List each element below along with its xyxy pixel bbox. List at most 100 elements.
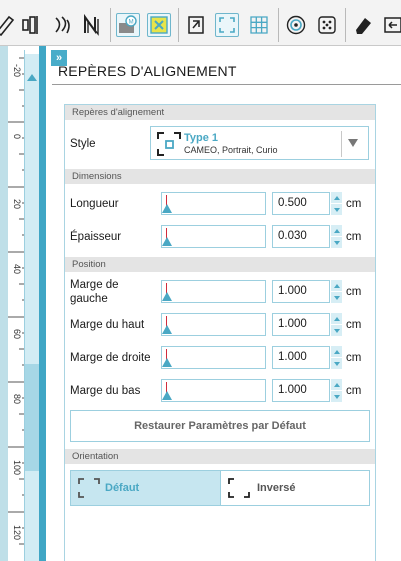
style-name: Type 1 [184,132,219,144]
thickness-label: Épaisseur [70,231,122,243]
slider-thumb[interactable] [162,325,172,334]
scrollbar-thumb[interactable] [25,364,39,471]
section-header-position: Position [65,257,375,272]
left-margin-label: Marge de gauche [70,279,119,305]
registration-type-icon [157,132,181,156]
unit-label: cm [346,319,362,331]
top-margin-slider[interactable] [161,313,266,336]
toolbar-separator [345,8,346,42]
eraser-icon[interactable] [351,13,375,37]
unit-label: cm [346,352,362,364]
ruler-label: -20 [12,64,22,78]
right-margin-slider[interactable] [161,346,266,369]
chevron-down-icon[interactable] [348,139,358,147]
orientation-default-option[interactable]: Défaut [71,471,220,505]
scroll-up-icon[interactable] [26,70,38,84]
offset-icon[interactable] [284,13,308,37]
toolbar-separator [110,8,111,42]
length-slider[interactable] [161,192,266,215]
registration-marks-icon[interactable]: M [116,13,140,37]
toolbar-separator [278,8,279,42]
length-label: Longueur [70,198,119,210]
top-toolbar: M [0,0,401,46]
length-stepper[interactable] [331,192,342,215]
panel-divider[interactable] [39,46,46,561]
slider-thumb[interactable] [162,391,172,400]
increment-icon[interactable] [331,346,342,357]
thickness-slider[interactable] [161,225,266,248]
style-label: Style [70,138,96,150]
unit-label: cm [346,385,362,397]
vertical-scrollbar[interactable] [25,54,39,561]
slider-thumb[interactable] [162,358,172,367]
title-divider [52,84,401,85]
increment-icon[interactable] [331,379,342,390]
canvas-edge [0,46,8,561]
unit-label: cm [346,231,362,243]
send-icon[interactable] [184,13,208,37]
ruler-label: 40 [12,264,22,275]
vertical-ruler: -20 0 20 40 60 80 100 120 [8,50,25,561]
page-setup-icon[interactable] [147,13,171,37]
right-margin-label: Marge de droite [70,352,151,364]
decrement-icon[interactable] [331,204,342,215]
draw-icon[interactable] [0,13,18,37]
decrement-icon[interactable] [331,391,342,402]
unit-label: cm [346,198,362,210]
section-header-orientation: Orientation [65,449,375,464]
top-margin-input[interactable]: 1.000 [272,313,330,336]
decrement-icon[interactable] [331,325,342,336]
bottom-margin-label: Marge du bas [70,385,141,397]
increment-icon[interactable] [331,192,342,203]
increment-icon[interactable] [331,313,342,324]
decrement-icon[interactable] [331,237,342,248]
slider-thumb[interactable] [162,237,172,246]
slider-thumb[interactable] [162,292,172,301]
thickness-input[interactable]: 0.030 [272,225,330,248]
decrement-icon[interactable] [331,292,342,303]
section-header-dimensions: Dimensions [65,169,375,184]
section-header-marks: Repères d'alignement [65,105,375,120]
bottom-margin-input[interactable]: 1.000 [272,379,330,402]
right-margin-stepper[interactable] [331,346,342,369]
left-margin-slider[interactable] [161,280,266,303]
grid-icon[interactable] [247,13,271,37]
top-margin-stepper[interactable] [331,313,342,336]
left-margin-input[interactable]: 1.000 [272,280,330,303]
top-margin-label: Marge du haut [70,319,145,331]
ruler-label: 60 [12,329,22,340]
trace-icon[interactable] [215,13,239,37]
decrement-icon[interactable] [331,358,342,369]
left-margin-stepper[interactable] [331,280,342,303]
increment-icon[interactable] [331,280,342,291]
ruler-label: 100 [12,460,22,476]
ruler-label: 120 [12,525,22,541]
knife-icon[interactable] [315,13,339,37]
orientation-inverse-label: Inversé [257,482,296,494]
right-margin-input[interactable]: 1.000 [272,346,330,369]
style-dropdown[interactable]: Type 1 CAMEO, Portrait, Curio [150,126,369,160]
toolbar-separator [178,8,179,42]
send-panel-icon[interactable] [380,13,401,37]
bottom-margin-stepper[interactable] [331,379,342,402]
length-input[interactable]: 0.500 [272,192,330,215]
orientation-default-icon [78,478,100,498]
style-subtitle: CAMEO, Portrait, Curio [184,145,278,155]
orientation-inverse-option[interactable]: Inversé [220,471,369,505]
bottom-margin-slider[interactable] [161,379,266,402]
ruler-label: 0 [12,134,22,140]
orientation-toggle: Défaut Inversé [70,470,370,506]
svg-text:M: M [129,20,134,26]
dropdown-divider [341,131,342,157]
replicate-icon[interactable] [51,13,75,37]
align-icon[interactable] [20,13,44,37]
thickness-stepper[interactable] [331,225,342,248]
increment-icon[interactable] [331,225,342,236]
ruler-label: 80 [12,394,22,405]
nesting-icon[interactable] [80,13,104,37]
unit-label: cm [346,286,362,298]
orientation-inverse-icon [228,478,250,498]
slider-thumb[interactable] [162,204,172,213]
orientation-default-label: Défaut [105,482,140,494]
reset-defaults-button[interactable]: Restaurer Paramètres par Défaut [70,410,370,442]
